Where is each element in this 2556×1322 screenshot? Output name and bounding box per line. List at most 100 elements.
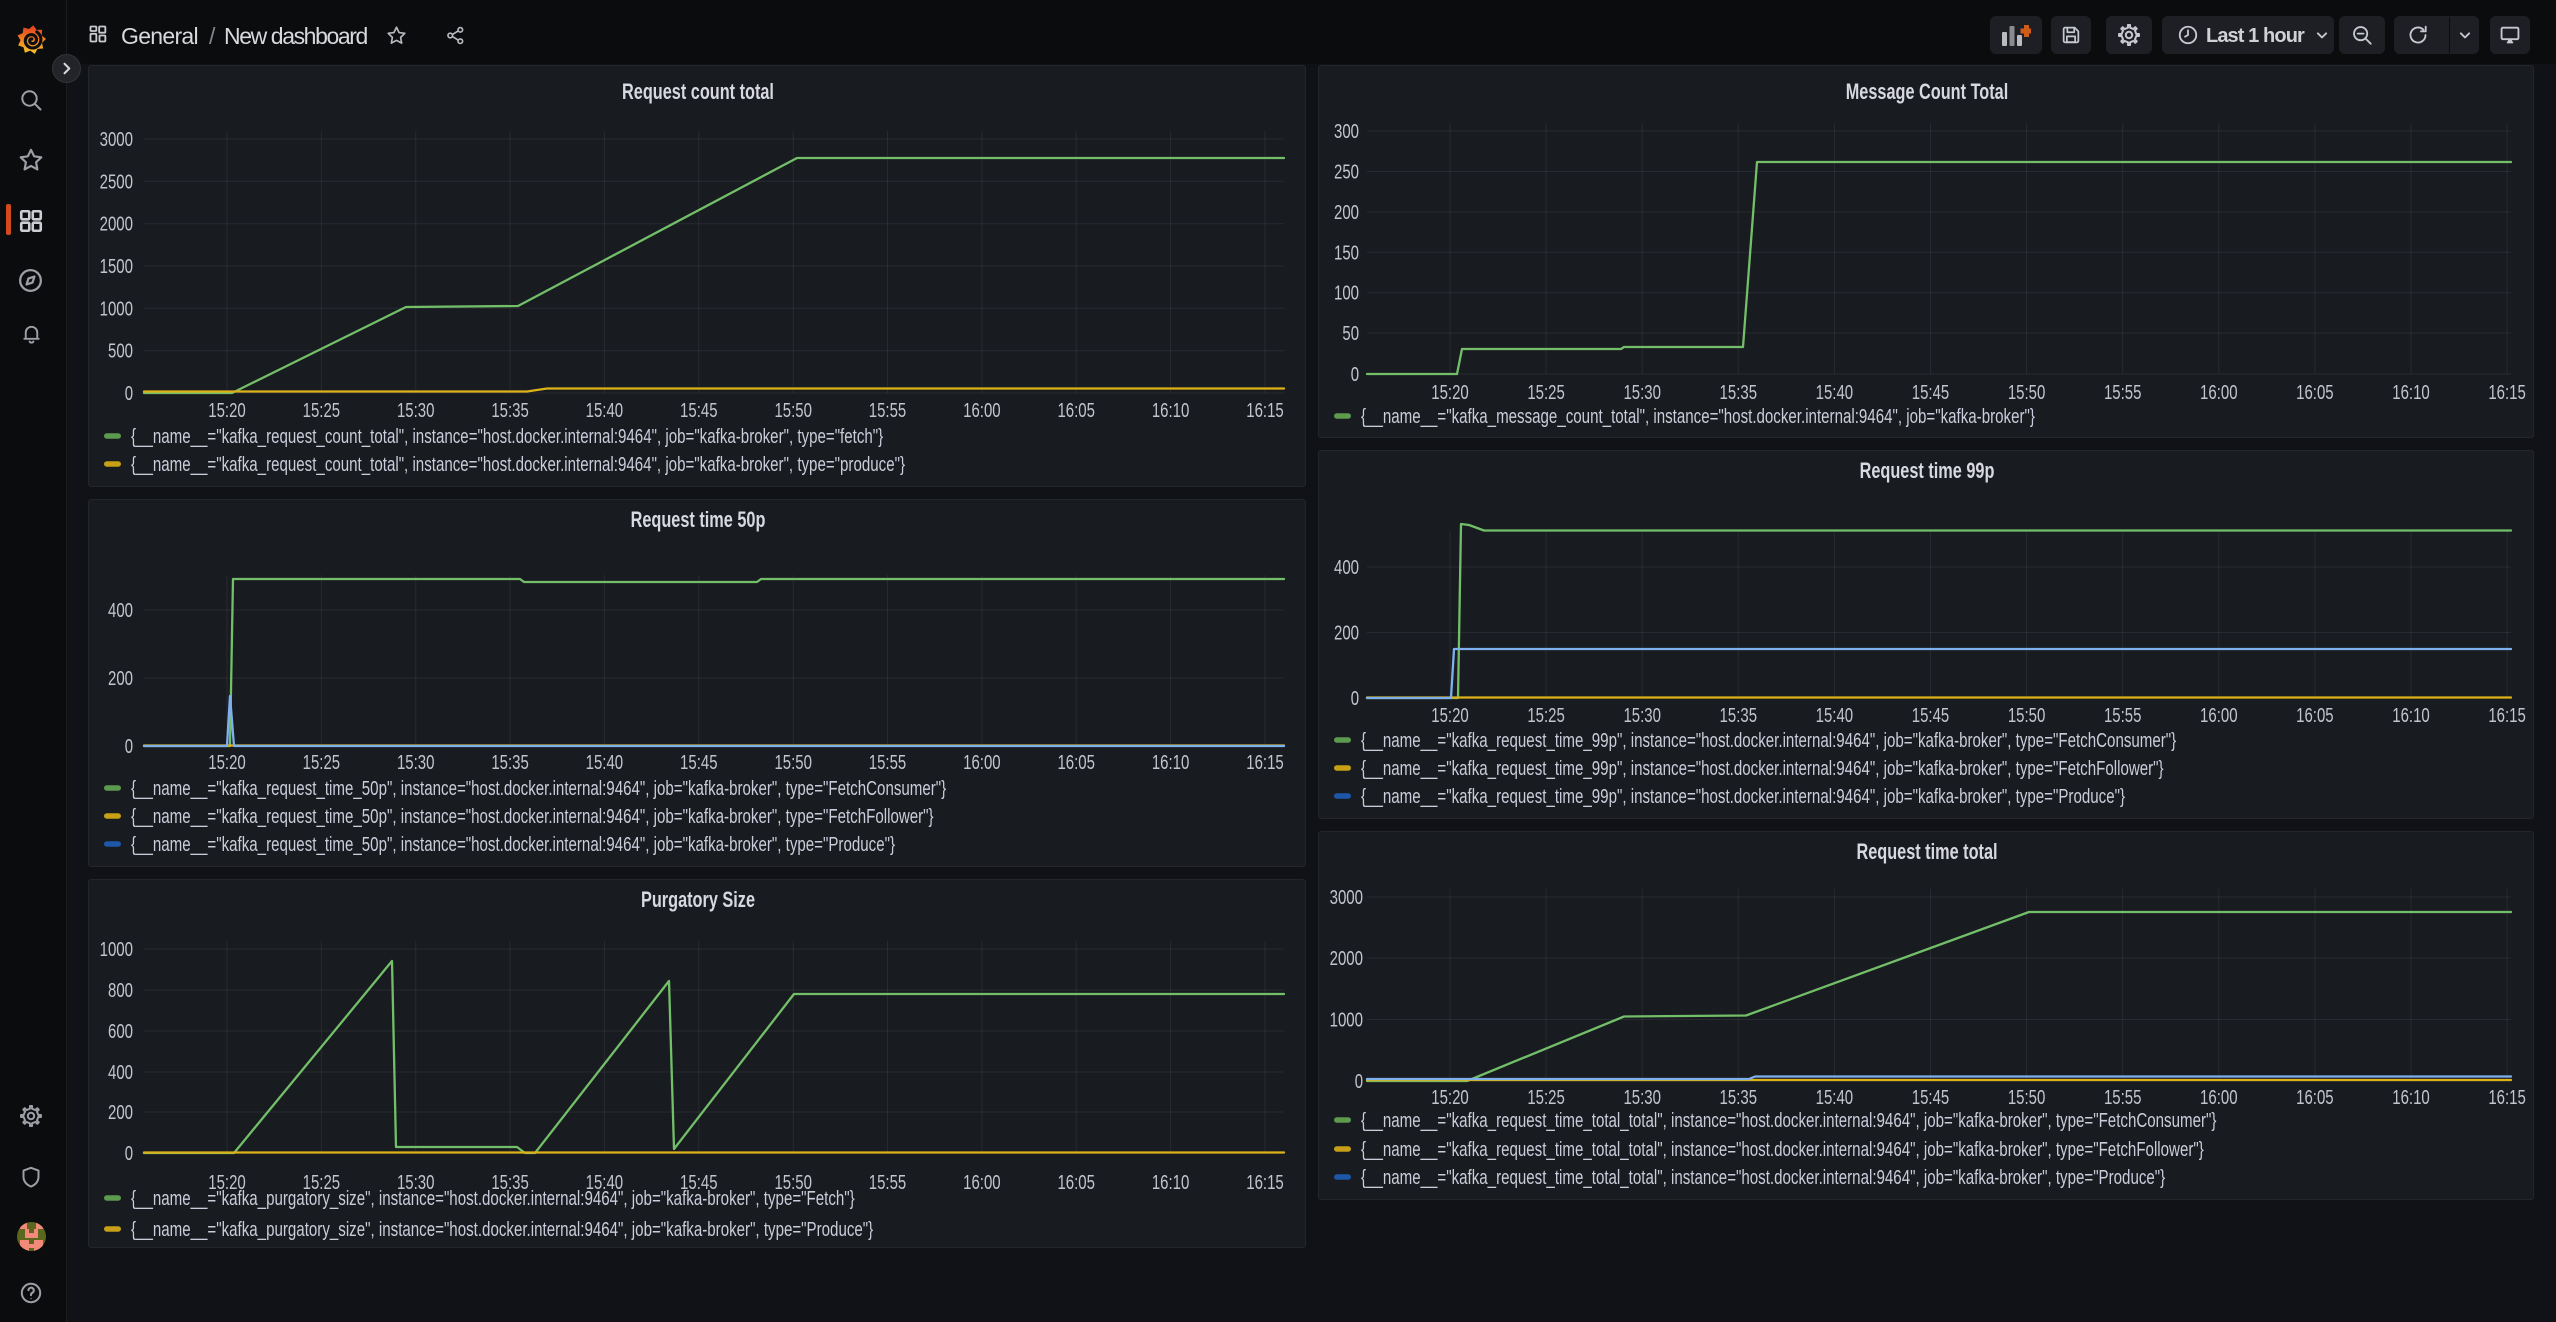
svg-text:15:25: 15:25	[1527, 382, 1565, 404]
svg-text:16:05: 16:05	[2296, 382, 2334, 404]
svg-text:15:30: 15:30	[1623, 1087, 1661, 1109]
svg-text:16:15: 16:15	[1246, 400, 1284, 422]
svg-text:200: 200	[1334, 202, 1359, 224]
svg-text:16:05: 16:05	[1057, 400, 1095, 422]
svg-text:16:10: 16:10	[2392, 382, 2430, 404]
svg-text:{__name__="kafka_purgatory_siz: {__name__="kafka_purgatory_size", instan…	[131, 1188, 855, 1210]
svg-text:0: 0	[1355, 1071, 1363, 1093]
svg-text:15:35: 15:35	[1720, 1087, 1758, 1109]
svg-text:15:40: 15:40	[586, 752, 624, 774]
svg-text:500: 500	[108, 341, 133, 363]
svg-text:0: 0	[125, 1143, 133, 1165]
svg-text:15:35: 15:35	[491, 400, 528, 422]
svg-text:Request time 50p: Request time 50p	[631, 507, 766, 532]
svg-text:Purgatory Size: Purgatory Size	[641, 887, 755, 912]
svg-text:16:00: 16:00	[2200, 382, 2238, 404]
svg-text:15:25: 15:25	[303, 400, 341, 422]
svg-text:Request time total: Request time total	[1856, 839, 1997, 864]
svg-text:{__name__="kafka_request_time_: {__name__="kafka_request_time_total_tota…	[1361, 1139, 2204, 1161]
svg-text:15:45: 15:45	[680, 752, 718, 774]
svg-text:100: 100	[1334, 283, 1359, 305]
svg-text:15:25: 15:25	[1527, 705, 1565, 727]
svg-text:15:40: 15:40	[1816, 1087, 1854, 1109]
svg-text:200: 200	[108, 668, 133, 690]
svg-text:15:35: 15:35	[1720, 382, 1758, 404]
svg-text:15:20: 15:20	[1431, 705, 1469, 727]
svg-text:15:50: 15:50	[774, 752, 812, 774]
svg-text:15:20: 15:20	[1431, 382, 1469, 404]
svg-text:0: 0	[125, 736, 133, 758]
svg-text:0: 0	[1351, 364, 1359, 386]
svg-text:{__name__="kafka_request_time_: {__name__="kafka_request_time_99p", inst…	[1361, 786, 2125, 808]
svg-text:15:30: 15:30	[1623, 705, 1661, 727]
svg-text:1500: 1500	[100, 256, 133, 278]
svg-text:16:05: 16:05	[2296, 705, 2334, 727]
svg-text:16:00: 16:00	[963, 752, 1001, 774]
svg-text:16:10: 16:10	[1152, 400, 1190, 422]
svg-text:15:55: 15:55	[2104, 705, 2142, 727]
svg-text:{__name__="kafka_message_count: {__name__="kafka_message_count_total", i…	[1361, 406, 2035, 428]
svg-text:15:55: 15:55	[869, 752, 907, 774]
svg-text:15:55: 15:55	[2104, 1087, 2142, 1109]
svg-text:16:05: 16:05	[2296, 1087, 2334, 1109]
svg-text:16:00: 16:00	[963, 400, 1001, 422]
svg-text:16:10: 16:10	[2392, 705, 2430, 727]
svg-text:15:20: 15:20	[208, 752, 246, 774]
svg-text:200: 200	[108, 1102, 133, 1124]
svg-text:150: 150	[1334, 242, 1359, 264]
svg-text:1000: 1000	[1330, 1010, 1363, 1032]
svg-text:{__name__="kafka_request_count: {__name__="kafka_request_count_total", i…	[131, 454, 905, 476]
svg-text:15:30: 15:30	[1623, 382, 1661, 404]
svg-text:16:05: 16:05	[1057, 1172, 1095, 1194]
svg-text:16:15: 16:15	[2488, 1087, 2526, 1109]
svg-text:600: 600	[108, 1021, 133, 1043]
svg-text:15:40: 15:40	[1816, 705, 1854, 727]
svg-text:15:30: 15:30	[397, 400, 435, 422]
svg-text:{__name__="kafka_request_count: {__name__="kafka_request_count_total", i…	[131, 426, 883, 448]
svg-text:15:45: 15:45	[1912, 382, 1950, 404]
svg-text:15:45: 15:45	[1912, 1087, 1950, 1109]
svg-text:2000: 2000	[1330, 948, 1363, 970]
svg-text:16:00: 16:00	[2200, 1087, 2238, 1109]
svg-text:15:55: 15:55	[869, 1172, 907, 1194]
svg-text:1000: 1000	[100, 939, 133, 961]
svg-text:400: 400	[108, 1062, 133, 1084]
svg-text:3000: 3000	[1330, 887, 1363, 909]
svg-text:{__name__="kafka_request_time_: {__name__="kafka_request_time_50p", inst…	[131, 834, 895, 856]
svg-text:15:50: 15:50	[774, 400, 812, 422]
svg-text:15:45: 15:45	[1912, 705, 1950, 727]
svg-text:16:15: 16:15	[2488, 705, 2526, 727]
svg-text:15:55: 15:55	[2104, 382, 2142, 404]
svg-text:300: 300	[1334, 121, 1359, 143]
svg-text:15:30: 15:30	[397, 752, 435, 774]
svg-text:16:15: 16:15	[1246, 1172, 1284, 1194]
svg-text:2500: 2500	[100, 171, 133, 193]
svg-text:{__name__="kafka_request_time_: {__name__="kafka_request_time_99p", inst…	[1361, 758, 2164, 780]
svg-text:0: 0	[125, 383, 133, 405]
svg-text:15:50: 15:50	[2008, 382, 2046, 404]
svg-text:15:50: 15:50	[2008, 1087, 2046, 1109]
svg-text:50: 50	[1342, 323, 1359, 345]
svg-text:{__name__="kafka_request_time_: {__name__="kafka_request_time_50p", inst…	[131, 806, 934, 828]
svg-text:{__name__="kafka_purgatory_siz: {__name__="kafka_purgatory_size", instan…	[131, 1219, 873, 1241]
svg-text:1000: 1000	[100, 298, 133, 320]
svg-text:Message Count Total: Message Count Total	[1846, 79, 2009, 104]
svg-text:3000: 3000	[100, 129, 133, 151]
svg-text:15:45: 15:45	[680, 400, 718, 422]
svg-text:{__name__="kafka_request_time_: {__name__="kafka_request_time_50p", inst…	[131, 778, 946, 800]
svg-text:16:00: 16:00	[2200, 705, 2238, 727]
svg-text:{__name__="kafka_request_time_: {__name__="kafka_request_time_total_tota…	[1361, 1110, 2217, 1132]
svg-text:2000: 2000	[100, 214, 133, 236]
svg-text:15:20: 15:20	[208, 400, 246, 422]
svg-text:15:25: 15:25	[1527, 1087, 1565, 1109]
svg-text:{__name__="kafka_request_time_: {__name__="kafka_request_time_total_tota…	[1361, 1167, 2165, 1189]
svg-text:15:55: 15:55	[869, 400, 907, 422]
svg-text:400: 400	[1334, 557, 1359, 579]
svg-text:Request time 99p: Request time 99p	[1860, 458, 1995, 483]
svg-text:250: 250	[1334, 162, 1359, 184]
svg-text:16:05: 16:05	[1057, 752, 1095, 774]
svg-text:16:10: 16:10	[1152, 1172, 1190, 1194]
svg-text:200: 200	[1334, 623, 1359, 645]
svg-text:16:10: 16:10	[1152, 752, 1190, 774]
svg-text:15:25: 15:25	[303, 752, 341, 774]
